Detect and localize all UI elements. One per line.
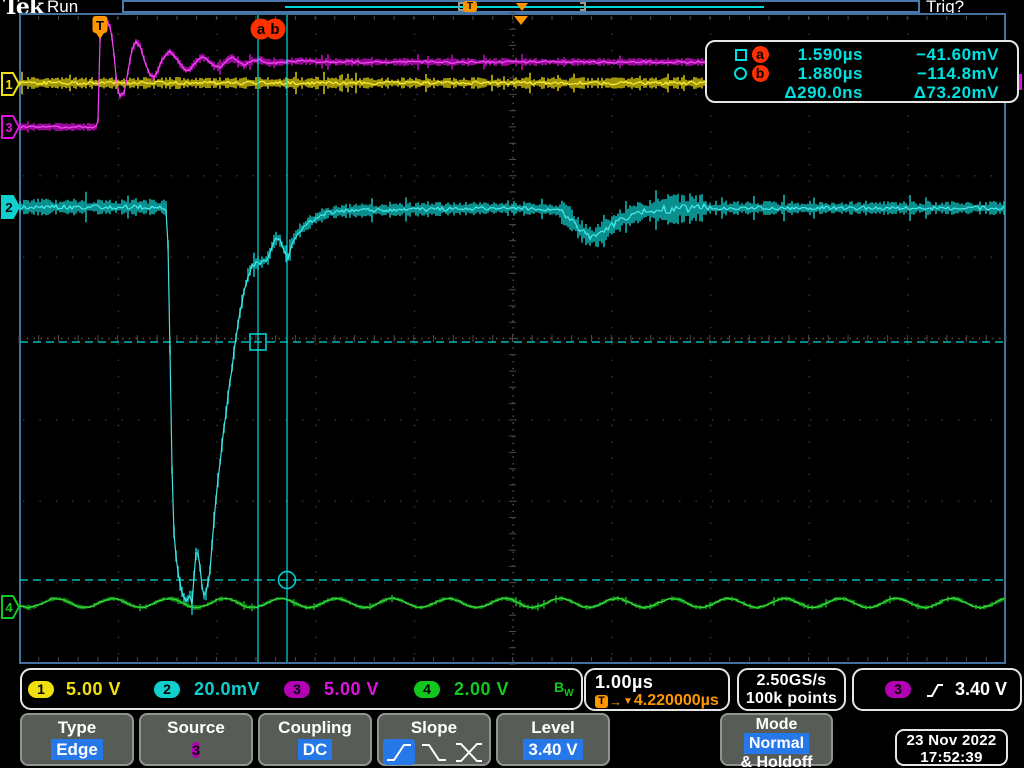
channel-marker-1[interactable]: 1 <box>2 73 19 95</box>
graticule-area <box>19 13 1006 664</box>
slope-label: Slope <box>379 717 489 739</box>
menu-coupling-button[interactable]: Coupling DC <box>258 713 372 766</box>
ch3-badge[interactable]: 3 <box>284 681 310 698</box>
cursor-a-voltage: −41.60mV <box>863 45 1017 65</box>
coupling-label: Coupling <box>260 717 370 739</box>
trigger-source-badge: 3 <box>885 681 911 698</box>
cursor-b-voltage: −114.8mV <box>863 64 1017 84</box>
level-value: 3.40 V <box>523 739 582 760</box>
slope-either-icon[interactable] <box>453 739 485 765</box>
menu-mode-button[interactable]: Mode Normal & Holdoff <box>720 713 833 766</box>
svg-text:3: 3 <box>5 120 12 135</box>
oscilloscope-screen: Tek Run Trig? T Tab1324 a 1.590µs −41.60… <box>0 0 1024 768</box>
cursor-delta-voltage: Δ73.20mV <box>863 83 1017 103</box>
rising-edge-icon <box>926 682 944 698</box>
ch2-badge[interactable]: 2 <box>154 681 180 698</box>
cursor-readout-box: a 1.590µs −41.60mV b 1.880µs −114.8mV Δ2… <box>705 40 1019 103</box>
ch2-scale: 20.0mV <box>194 679 260 700</box>
acquisition-preview-bar[interactable]: T <box>122 0 920 13</box>
ch4-scale: 2.00 V <box>454 679 509 700</box>
delay-triangle-icon: ▼ <box>623 696 633 707</box>
datetime-box: 23 Nov 2022 17:52:39 <box>895 729 1008 766</box>
cursor-b-row: b 1.880µs −114.8mV <box>707 64 1017 83</box>
delay-marker-icon <box>516 3 528 11</box>
cursor-delta-time: Δ290.0ns <box>773 83 863 103</box>
menu-type-button[interactable]: Type Edge <box>20 713 134 766</box>
channel-marker-3[interactable]: 3 <box>2 116 19 138</box>
cursor-delta-row: Δ290.0ns Δ73.20mV <box>707 83 1017 102</box>
mode-value2: & Holdoff <box>722 754 831 768</box>
coupling-value: DC <box>298 739 333 760</box>
ch1-scale: 5.00 V <box>66 679 121 700</box>
timebase-scale: 1.00µs <box>595 672 728 693</box>
date-value: 23 Nov 2022 <box>897 732 1006 749</box>
cursor-b-circle-icon <box>707 67 747 80</box>
record-length: 100k points <box>739 690 844 708</box>
source-label: Source <box>141 717 251 739</box>
arrow-right-icon: → <box>609 694 622 709</box>
cursor-b-time: 1.880µs <box>773 64 863 84</box>
delay-value: 4.220000µs <box>634 692 719 710</box>
timebase-delay: T → ▼ 4.220000µs <box>595 692 728 710</box>
cursor-a-time: 1.590µs <box>773 45 863 65</box>
bandwidth-limit-indicator: BW <box>554 679 574 699</box>
time-value: 17:52:39 <box>897 749 1006 766</box>
timebase-readout-box: 1.00µs T → ▼ 4.220000µs <box>584 668 730 711</box>
menu-source-button[interactable]: Source 3 <box>139 713 253 766</box>
ch1-badge[interactable]: 1 <box>28 681 54 698</box>
sample-rate: 2.50GS/s <box>739 672 844 690</box>
channel-marker-4[interactable]: 4 <box>2 596 19 618</box>
sample-rate-box: 2.50GS/s 100k points <box>737 668 846 711</box>
mode-label: Mode <box>722 716 831 733</box>
mode-value: Normal <box>744 733 809 754</box>
trigger-readout-box: 3 3.40 V <box>852 668 1022 711</box>
ch3-scale: 5.00 V <box>324 679 379 700</box>
channel-scale-bar: 1 5.00 V 2 20.0mV 3 5.00 V 4 2.00 V BW <box>20 668 583 710</box>
cursor-a-badge: a <box>747 46 773 63</box>
type-value: Edge <box>51 739 103 760</box>
window-bracket-right <box>580 2 586 11</box>
menu-slope-button[interactable]: Slope <box>377 713 491 766</box>
channel-marker-2[interactable]: 2 <box>2 196 19 218</box>
cursor-a-row: a 1.590µs −41.60mV <box>707 45 1017 64</box>
level-label: Level <box>498 717 608 739</box>
slope-falling-icon[interactable] <box>418 739 450 765</box>
type-label: Type <box>22 717 132 739</box>
svg-text:1: 1 <box>5 77 12 92</box>
cursor-b-badge: b <box>747 65 773 82</box>
menu-level-button[interactable]: Level 3.40 V <box>496 713 610 766</box>
source-value-badge: 3 <box>192 742 200 758</box>
trigger-position-flag-icon: T <box>463 1 477 12</box>
svg-text:2: 2 <box>5 200 12 215</box>
ch4-badge[interactable]: 4 <box>414 681 440 698</box>
trigger-level-value: 3.40 V <box>944 679 1020 700</box>
slope-rising-icon[interactable] <box>383 739 415 765</box>
trigger-flag-icon: T <box>595 695 608 708</box>
cursor-a-square-icon <box>707 49 747 61</box>
svg-text:4: 4 <box>5 600 13 615</box>
